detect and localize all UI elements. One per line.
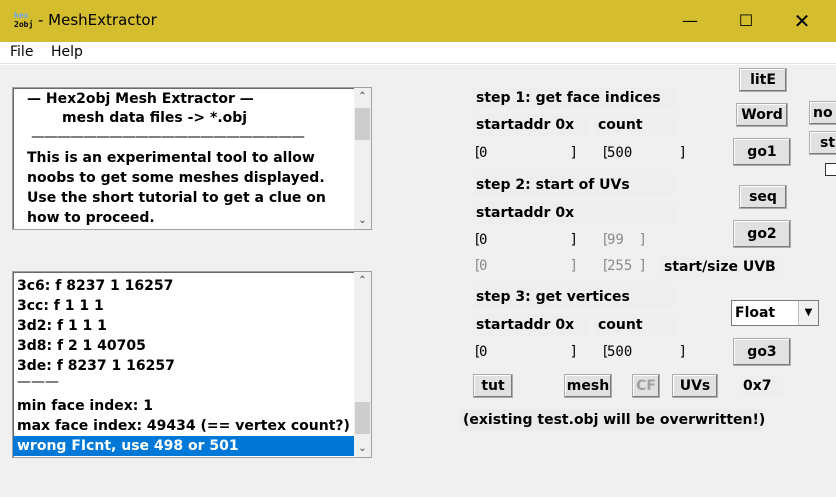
menu-bar: File Help — [0, 42, 836, 64]
log-row[interactable]: 3d8: f 2 1 40705 — [17, 336, 146, 356]
app-icon: hex 2obj — [14, 11, 34, 31]
step1-title: step 1: get face indices — [473, 87, 675, 109]
scroll-thumb[interactable] — [355, 108, 370, 140]
cf-button[interactable]: CF — [632, 374, 660, 398]
info-textbox[interactable]: — Hex2obj Mesh Extractor — mesh data fil… — [12, 87, 372, 230]
info-line: noobs to get some meshes displayed. — [27, 170, 325, 186]
step1-startaddr-input[interactable]: [0] — [473, 142, 578, 164]
scroll-up-icon[interactable]: ⌃ — [354, 272, 371, 289]
scroll-down-icon[interactable]: ⌄ — [354, 440, 371, 457]
info-line: This is an experimental tool to allow — [27, 150, 315, 166]
log-row[interactable]: 3d2: f 1 1 1 — [17, 316, 107, 336]
log-row[interactable]: max face index: 49434 (== vertex count?) — [17, 416, 350, 436]
window-title: - MeshExtractor — [38, 11, 157, 29]
title-bar: hex 2obj - MeshExtractor — ☐ ✕ — [0, 0, 836, 42]
step2-title: step 2: start of UVs — [473, 174, 675, 196]
uvs-button[interactable]: UVs — [672, 374, 718, 398]
seq-button[interactable]: seq — [739, 185, 787, 209]
step1-count-input[interactable]: [500] — [601, 142, 687, 164]
step3-title: step 3: get vertices — [473, 286, 675, 308]
log-listbox[interactable]: 3c6: f 8237 1 16257 3cc: f 1 1 1 3d2: f … — [12, 271, 372, 458]
log-row[interactable]: min face index: 1 — [17, 396, 153, 416]
st-button[interactable]: st — [809, 131, 836, 155]
app-icon-bottom-text: 2obj — [14, 20, 34, 29]
option-checkbox[interactable] — [825, 163, 836, 176]
info-scrollbar[interactable]: ⌃ ⌄ — [354, 88, 371, 229]
uvb-label: start/size UVB — [661, 256, 783, 278]
info-subheading: mesh data files -> *.obj — [62, 110, 248, 126]
minimize-icon: — — [682, 11, 698, 30]
step3-count-input[interactable]: [500] — [601, 341, 687, 363]
log-scrollbar[interactable]: ⌃ ⌄ — [354, 272, 371, 457]
tut-button[interactable]: tut — [473, 374, 513, 398]
scroll-up-icon[interactable]: ⌃ — [354, 88, 371, 105]
log-row[interactable]: ——— — [17, 372, 59, 392]
word-button[interactable]: Word — [736, 103, 788, 127]
menu-file[interactable]: File — [10, 44, 33, 60]
close-icon: ✕ — [793, 9, 811, 33]
log-row-selected[interactable]: wrong FIcnt, use 498 or 501 — [13, 436, 354, 456]
step1-startaddr-label: startaddr 0x — [473, 114, 589, 136]
mesh-button[interactable]: mesh — [564, 374, 612, 398]
step2-uvb-start-input[interactable]: [0] — [473, 255, 578, 277]
client-area: — Hex2obj Mesh Extractor — mesh data fil… — [0, 65, 836, 497]
scroll-down-icon[interactable]: ⌄ — [354, 212, 371, 229]
go2-button[interactable]: go2 — [733, 220, 791, 248]
step2-startaddr-label: startaddr 0x — [473, 202, 675, 224]
go1-button[interactable]: go1 — [733, 138, 791, 166]
log-row[interactable]: 3cc: f 1 1 1 — [17, 296, 104, 316]
info-line: how to proceed. — [27, 210, 155, 226]
info-line: Use the short tutorial to get a clue on — [27, 190, 326, 206]
hex-value-label: 0x7 — [740, 375, 784, 397]
log-row[interactable]: 3c6: f 8237 1 16257 — [17, 276, 173, 296]
chevron-down-icon[interactable]: ▼ — [798, 301, 818, 325]
step2-uvb-size-input[interactable]: [255] — [601, 255, 647, 277]
step1-count-label: count — [595, 114, 675, 136]
menu-help[interactable]: Help — [51, 44, 83, 60]
step2-stride-input[interactable]: [99] — [601, 229, 647, 251]
go3-button[interactable]: go3 — [733, 338, 791, 366]
scroll-thumb[interactable] — [355, 402, 370, 434]
maximize-icon: ☐ — [738, 11, 754, 30]
overwrite-warning: (existing test.obj will be overwritten!) — [460, 409, 765, 431]
format-select-value: Float — [735, 305, 776, 321]
info-heading: — Hex2obj Mesh Extractor — — [27, 91, 254, 107]
step3-count-label: count — [595, 314, 675, 336]
app-icon-top-text: hex — [14, 11, 29, 20]
step3-startaddr-input[interactable]: [0] — [473, 341, 578, 363]
lite-button[interactable]: litE — [739, 68, 787, 92]
no-button[interactable]: no — [809, 101, 836, 125]
step2-startaddr-input[interactable]: [0] — [473, 229, 578, 251]
step3-startaddr-label: startaddr 0x — [473, 314, 589, 336]
minimize-button[interactable]: — — [664, 0, 716, 42]
close-button[interactable]: ✕ — [776, 0, 828, 42]
format-select[interactable]: Float ▼ — [731, 300, 819, 326]
maximize-button[interactable]: ☐ — [720, 0, 772, 42]
info-rule: ————————————————————— — [31, 129, 305, 145]
